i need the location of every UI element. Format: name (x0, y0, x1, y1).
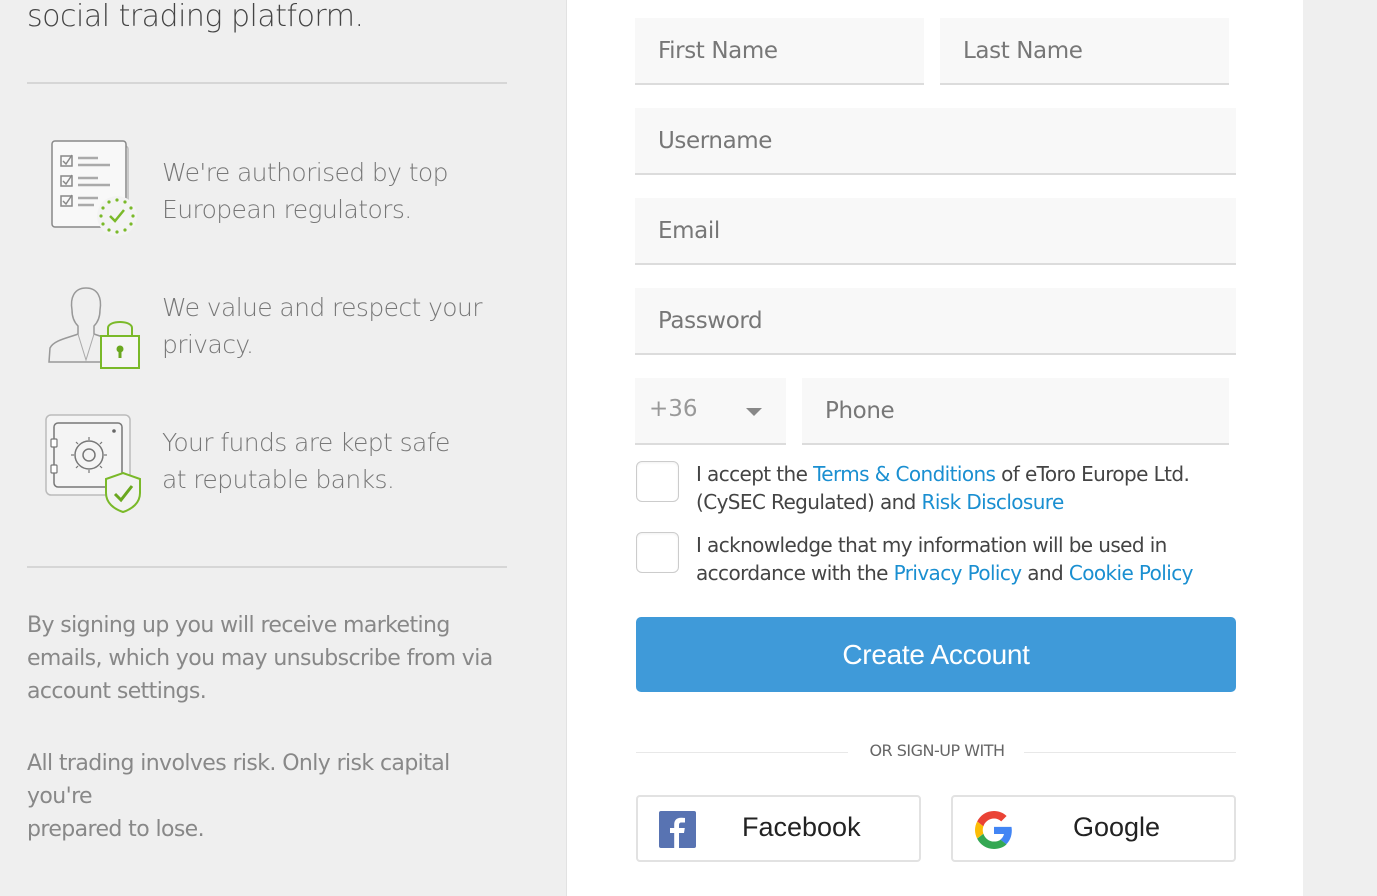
password-input[interactable] (635, 288, 1236, 353)
regulation-checklist-icon (51, 140, 137, 236)
marketing-note: By signing up you will receive marketing… (27, 609, 517, 708)
or-divider-left (636, 752, 848, 753)
note-line: All trading involves risk. Only risk cap… (27, 751, 450, 809)
google-icon (975, 811, 1012, 849)
create-account-button[interactable]: Create Account (636, 617, 1236, 692)
privacy-policy-link[interactable]: Privacy Policy (894, 561, 1023, 585)
safe-shield-icon (45, 414, 141, 513)
tagline: social trading platform. (27, 0, 364, 34)
signup-form-panel: +36 I accept the Terms & Conditions of e… (566, 0, 1303, 896)
feature-line: at reputable banks. (162, 465, 395, 494)
or-signup-label: OR SIGN-UP WITH (869, 741, 1005, 760)
privacy-text: I acknowledge that my information will b… (696, 531, 1236, 587)
first-name-input[interactable] (635, 18, 924, 83)
terms-conditions-link[interactable]: Terms & Conditions (813, 462, 996, 486)
or-divider-right (1024, 752, 1236, 753)
privacy-user-lock-icon (48, 287, 140, 369)
country-code-value: +36 (649, 396, 698, 422)
note-line: prepared to lose. (27, 817, 205, 842)
facebook-label: Facebook (742, 812, 861, 842)
divider-bottom (27, 566, 507, 568)
feature-line: We're authorised by top (162, 158, 449, 187)
country-code-select[interactable]: +36 (635, 378, 786, 445)
password-field[interactable] (635, 288, 1236, 355)
email-input[interactable] (635, 198, 1236, 263)
feature-line: Your funds are kept safe (162, 428, 450, 457)
cookie-policy-link[interactable]: Cookie Policy (1069, 561, 1194, 585)
google-signup-button[interactable]: Google (951, 795, 1236, 862)
username-field[interactable] (635, 108, 1236, 175)
username-input[interactable] (635, 108, 1236, 173)
phone-field[interactable] (802, 378, 1229, 445)
feature-text: We're authorised by top European regulat… (162, 154, 449, 228)
chevron-down-icon (746, 408, 762, 416)
first-name-field[interactable] (635, 18, 924, 85)
feature-regulation: We're authorised by top European regulat… (44, 138, 524, 238)
risk-disclosure-link[interactable]: Risk Disclosure (922, 490, 1065, 514)
left-info-panel: social trading platform. We're authorise… (0, 0, 566, 896)
feature-privacy: We value and respect your privacy. (44, 284, 524, 384)
facebook-signup-button[interactable]: Facebook (636, 795, 921, 862)
feature-line: European regulators. (162, 195, 412, 224)
note-line: account settings. (27, 679, 207, 704)
right-background (1303, 0, 1377, 896)
last-name-input[interactable] (940, 18, 1229, 83)
feature-text: We value and respect your privacy. (162, 289, 482, 363)
note-line: emails, which you may unsubscribe from v… (27, 646, 493, 671)
privacy-middle: and (1021, 561, 1069, 585)
email-field[interactable] (635, 198, 1236, 265)
terms-checkbox[interactable] (636, 461, 679, 502)
feature-line: We value and respect your (162, 293, 482, 322)
phone-input[interactable] (802, 378, 1229, 443)
terms-prefix: I accept the (696, 462, 814, 486)
risk-note: All trading involves risk. Only risk cap… (27, 747, 517, 846)
terms-text: I accept the Terms & Conditions of eToro… (696, 460, 1236, 516)
last-name-field[interactable] (940, 18, 1229, 85)
privacy-checkbox[interactable] (636, 532, 679, 573)
feature-line: privacy. (162, 330, 254, 359)
divider-top (27, 82, 507, 84)
google-label: Google (1073, 812, 1161, 842)
feature-funds: Your funds are kept safe at reputable ba… (44, 413, 524, 513)
note-line: By signing up you will receive marketing (27, 613, 450, 638)
feature-text: Your funds are kept safe at reputable ba… (162, 424, 450, 498)
facebook-icon (659, 811, 696, 848)
